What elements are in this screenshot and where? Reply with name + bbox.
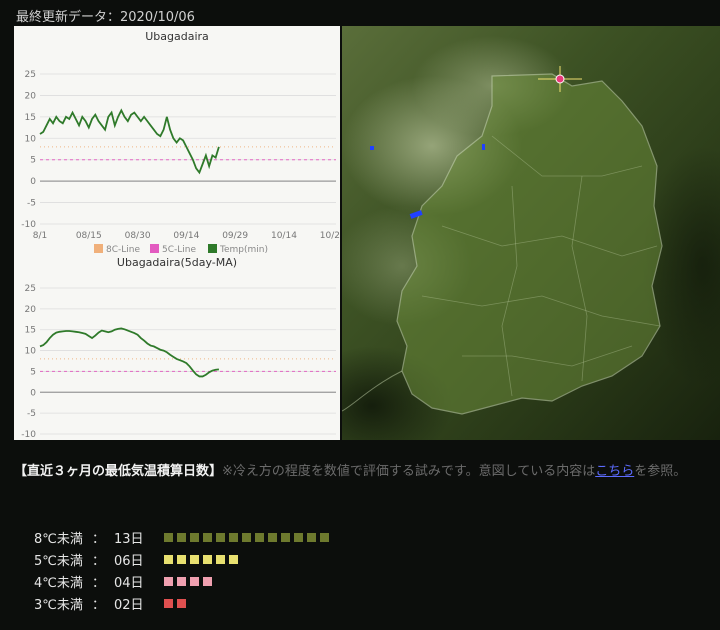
day-count-squares (164, 554, 238, 564)
terrain-map[interactable] (342, 26, 720, 440)
lake-marker (482, 144, 485, 150)
stat-value: 04日 (114, 575, 144, 591)
day-square (177, 598, 186, 608)
y-tick-label: 25 (25, 70, 36, 80)
y-tick-label: 10 (25, 347, 37, 357)
y-tick-label: 10 (25, 134, 37, 144)
day-square (216, 532, 225, 542)
stat-label: 4℃未満 (34, 575, 83, 591)
day-square (281, 532, 290, 542)
x-tick-label: 8/1 (33, 231, 47, 241)
legend-swatch (94, 244, 103, 253)
legend-label: 8C-Line (106, 245, 140, 255)
stat-row-8c: 8℃未満 ： 13日 (34, 526, 329, 548)
day-square (190, 576, 199, 586)
day-square (164, 576, 173, 586)
stat-value: 13日 (114, 531, 144, 547)
legend-label: 5C-Line (162, 245, 196, 255)
day-count-squares (164, 532, 329, 542)
last-updated-label: 最終更新データ：2020/10/06 (16, 10, 195, 25)
explanation-link[interactable]: こちら (595, 464, 634, 479)
day-square (294, 532, 303, 542)
section-title: 【直近３ヶ月の最低気温積算日数】 (14, 464, 223, 479)
stat-label: 8℃未満 (34, 531, 83, 547)
temperature-charts: Ubagadaira2520151050-5-108/1 08/15 08/30 09… (21, 30, 340, 440)
day-square (203, 554, 212, 564)
day-square (164, 532, 173, 542)
temperature-series-line (39, 327, 220, 378)
y-tick-label: 0 (30, 177, 36, 187)
y-tick-label: 15 (25, 113, 36, 123)
day-square (229, 554, 238, 564)
stat-separator: ： (92, 575, 106, 591)
accumulated-days-section: 【直近３ヶ月の最低気温積算日数】※冷え方の程度を数値で評価する試みです。意図して… (14, 462, 704, 482)
y-tick-label: -5 (27, 409, 36, 419)
stat-separator: ： (92, 597, 106, 613)
day-square (229, 532, 238, 542)
chart-title: Ubagadaira(5day-MA) (117, 256, 237, 269)
y-tick-label: 15 (25, 326, 36, 336)
day-square (255, 532, 264, 542)
y-tick-label: -10 (21, 430, 36, 440)
day-square (190, 532, 199, 542)
stat-row-3c: 3℃未満 ： 02日 (34, 592, 329, 614)
stat-row-5c: 5℃未満 ： 06日 (34, 548, 329, 570)
legend-swatch (150, 244, 159, 253)
y-tick-label: 0 (30, 388, 36, 398)
y-tick-label: 20 (25, 305, 37, 315)
day-square (216, 554, 225, 564)
temperature-series-line (39, 108, 220, 175)
x-tick-label: 10/14 (271, 231, 297, 241)
day-square (177, 576, 186, 586)
stat-label: 5℃未満 (34, 553, 83, 569)
day-square (164, 554, 173, 564)
stat-row-4c: 4℃未満 ： 04日 (34, 570, 329, 592)
x-tick-label: 09/29 (222, 231, 248, 241)
y-tick-label: 25 (25, 284, 36, 294)
stat-separator: ： (92, 531, 106, 547)
y-tick-label: -5 (27, 199, 36, 209)
section-note: ※冷え方の程度を数値で評価する試みです。意図している内容は (222, 464, 596, 479)
y-tick-label: 20 (25, 91, 37, 101)
legend-swatch (208, 244, 217, 253)
terrain-map-image (342, 26, 720, 440)
section-note-end: を参照。 (634, 464, 687, 479)
day-square (190, 554, 199, 564)
chart-title: Ubagadaira (145, 30, 209, 43)
stat-label: 3℃未満 (34, 597, 83, 613)
lake-marker (370, 146, 374, 150)
legend-label: Temp(min) (219, 245, 268, 255)
day-count-squares (164, 598, 186, 608)
day-square (307, 532, 316, 542)
day-square (203, 576, 212, 586)
day-square (203, 532, 212, 542)
day-square (268, 532, 277, 542)
y-tick-label: -10 (21, 220, 36, 230)
day-square (177, 554, 186, 564)
day-square (164, 598, 173, 608)
temperature-charts-panel: Ubagadaira 25 20 15 10 5 0 -5 -10 8/1 08/15 08/30 09… (14, 26, 340, 440)
stat-value: 02日 (114, 597, 144, 613)
x-tick-label: 08/30 (125, 231, 151, 241)
x-tick-label: 08/15 (76, 231, 102, 241)
day-square (242, 532, 251, 542)
stats-list: 8℃未満 ： 13日 5℃未満 ： 06日 4℃未満 ： 04日 3℃未満 ： … (34, 526, 329, 614)
day-count-squares (164, 576, 212, 586)
y-tick-label: 5 (30, 367, 36, 377)
day-square (320, 532, 329, 542)
stat-separator: ： (92, 553, 106, 569)
y-tick-label: 5 (30, 156, 36, 166)
x-tick-label: 10/29 (320, 231, 340, 241)
x-tick-label: 09/14 (173, 231, 199, 241)
day-square (177, 532, 186, 542)
stat-value: 06日 (114, 553, 144, 569)
